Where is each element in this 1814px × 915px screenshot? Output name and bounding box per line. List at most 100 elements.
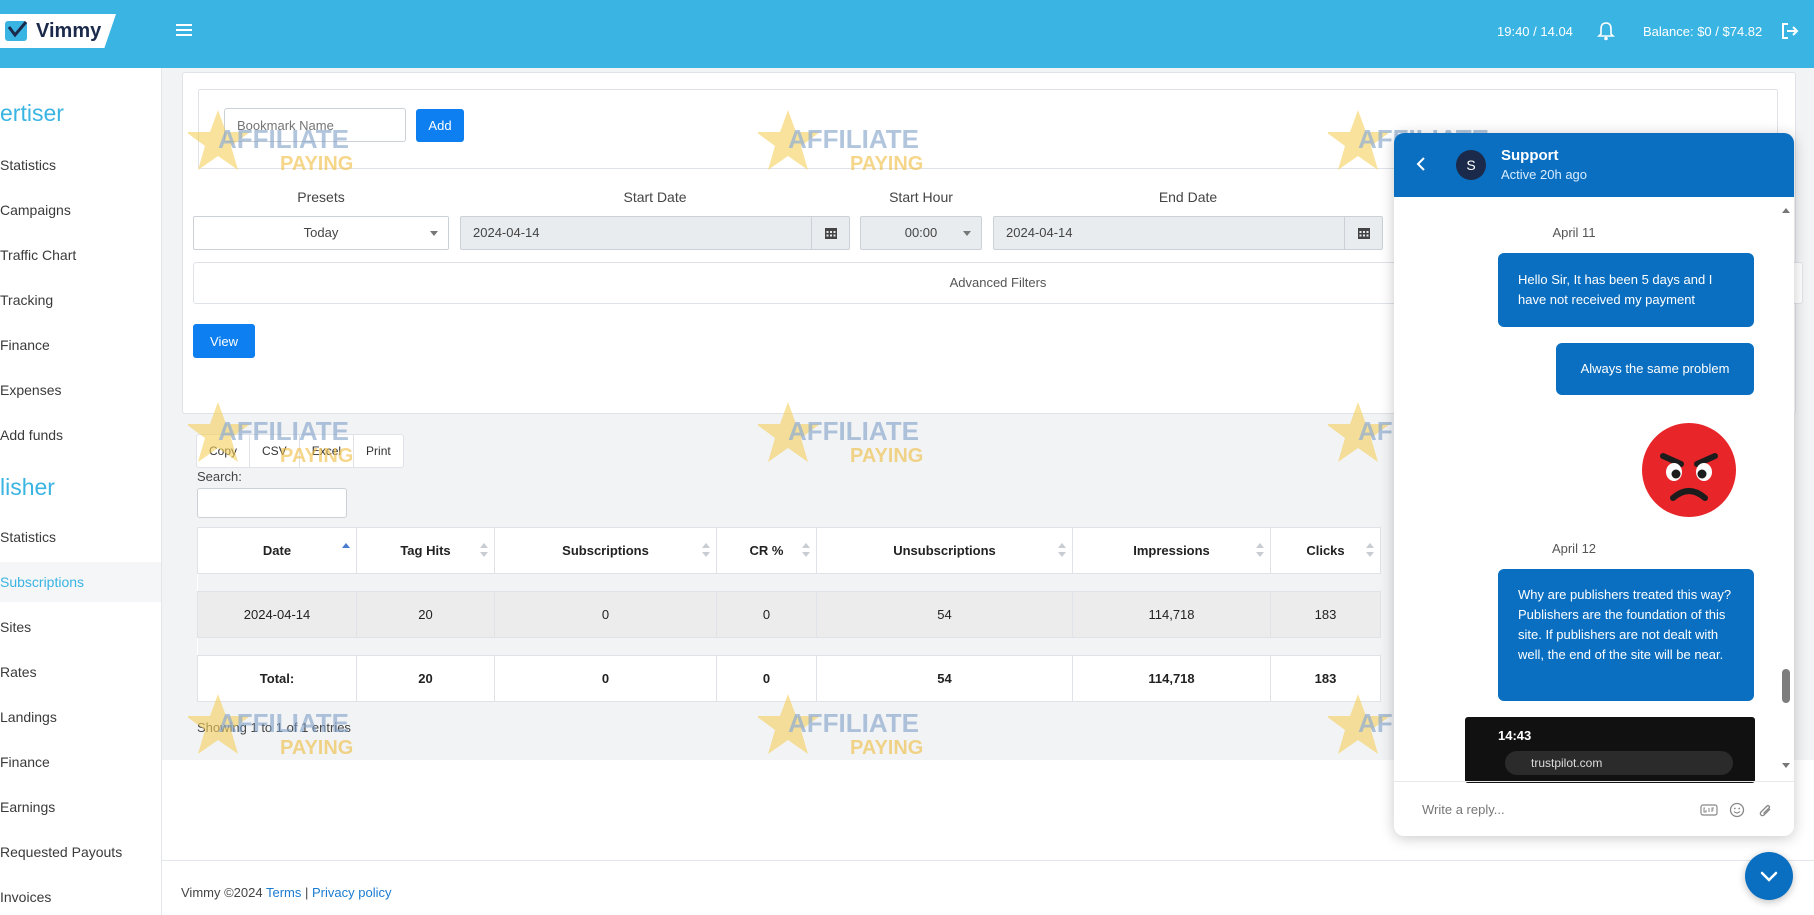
sort-icon [1256,543,1264,559]
chat-scrollbar[interactable] [1780,203,1792,773]
presets-label: Presets [297,189,345,205]
chat-reply-box[interactable]: Write a reply... [1394,781,1794,836]
sidebar-item-invoices[interactable]: Invoices [0,877,161,915]
chat-agent-status: Active 20h ago [1501,167,1588,182]
table-cell: 0 [494,591,717,638]
chat-tools [1700,802,1774,818]
logo-text: Vimmy [36,19,102,42]
total-cell: 0 [716,655,817,702]
total-cell: 0 [494,655,717,702]
column-header-unsubscriptions[interactable]: Unsubscriptions [816,527,1073,574]
chevron-down-icon [430,231,438,236]
screenshot-time: 14:43 [1498,728,1532,743]
start-hour-label: Start Hour [889,189,953,205]
column-header-date[interactable]: Date [197,527,357,574]
print-button[interactable]: Print [354,435,403,467]
sort-icon [1366,543,1374,559]
sidebar-item-add-funds[interactable]: Add funds [0,415,161,455]
emoji-icon[interactable] [1728,802,1746,818]
logout-icon[interactable] [1781,22,1799,40]
column-header-subscriptions[interactable]: Subscriptions [494,527,717,574]
sidebar-item-publisher-finance[interactable]: Finance [0,742,161,782]
sidebar-item-traffic-chart[interactable]: Traffic Chart [0,235,161,275]
start-date-label: Start Date [623,189,687,205]
sidebar-item-tracking[interactable]: Tracking [0,280,161,320]
total-cell: 54 [816,655,1073,702]
start-date-input[interactable]: 2024-04-14 [460,216,850,250]
sort-ascending-icon [342,543,350,559]
table-cell: 183 [1270,591,1381,638]
column-header-tag-hits[interactable]: Tag Hits [356,527,495,574]
table-total-row: Total: 20 0 0 54 114,718 183 [197,655,1381,702]
sidebar-item-finance[interactable]: Finance [0,325,161,365]
presets-select[interactable]: Today [193,216,449,250]
view-button[interactable]: View [193,324,255,358]
gif-icon[interactable] [1700,802,1718,818]
table-cell: 114,718 [1072,591,1271,638]
sidebar-section-publisher: lisher [0,474,55,500]
chat-date-separator: April 12 [1551,541,1597,556]
sort-icon [1058,543,1066,559]
end-date-label: End Date [1158,189,1218,205]
bookmark-name-input[interactable] [224,108,406,142]
total-cell: 183 [1270,655,1381,702]
column-header-cr[interactable]: CR % [716,527,817,574]
sidebar-item-publisher-statistics[interactable]: Statistics [0,517,161,557]
table-cell: 20 [356,591,495,638]
sidebar-section-advertiser: ertiser [0,100,64,126]
angry-face-emoji-icon [1642,423,1736,517]
sidebar-item-requested-payouts[interactable]: Requested Payouts [0,832,161,872]
back-arrow-icon[interactable] [1414,157,1428,171]
chat-message: Hello Sir, It has been 5 days and I have… [1498,253,1754,327]
total-cell: 20 [356,655,495,702]
excel-button[interactable]: Excel [300,435,355,467]
balance: Balance: $0 / $74.82 [1643,24,1763,39]
sidebar-item-rates[interactable]: Rates [0,652,161,692]
sidebar-item-subscriptions[interactable]: Subscriptions [0,562,161,602]
chat-screenshot-attachment[interactable]: 14:43 trustpilot.com [1465,717,1755,783]
logo[interactable]: Vimmy [0,14,116,48]
sidebar-item-landings[interactable]: Landings [0,697,161,737]
attachment-icon[interactable] [1756,802,1774,818]
column-header-impressions[interactable]: Impressions [1072,527,1271,574]
sidebar-item-expenses[interactable]: Expenses [0,370,161,410]
chat-minimize-button[interactable] [1745,852,1793,900]
terms-link[interactable]: Terms [266,885,301,900]
calendar-icon[interactable] [811,217,849,249]
reply-placeholder: Write a reply... [1422,802,1505,817]
table-cell: 2024-04-14 [197,591,357,638]
end-date-input[interactable]: 2024-04-14 [993,216,1383,250]
copy-button[interactable]: Copy [197,435,251,467]
chat-scrollbar-thumb[interactable] [1782,669,1790,703]
start-hour-value: 00:00 [904,225,938,240]
chat-message: Why are publishers treated this way? Pub… [1498,569,1754,701]
end-date-value: 2024-04-14 [1006,225,1073,240]
clock: 19:40 / 14.04 [1497,24,1573,39]
sidebar: ertiser Statistics Campaigns Traffic Cha… [0,68,162,915]
top-bar: Vimmy 19:40 / 14.04 Balance: $0 / $74.82 [0,0,1814,68]
screenshot-url: trustpilot.com [1505,751,1733,775]
search-input[interactable] [197,488,347,518]
table-cell: 0 [716,591,817,638]
start-date-value: 2024-04-14 [473,225,540,240]
column-header-clicks[interactable]: Clicks [1270,527,1381,574]
chat-message: Always the same problem [1556,343,1754,395]
sort-icon [480,543,488,559]
add-bookmark-button[interactable]: Add [416,109,464,142]
privacy-policy-link[interactable]: Privacy policy [312,885,391,900]
sidebar-item-campaigns[interactable]: Campaigns [0,190,161,230]
sidebar-item-statistics[interactable]: Statistics [0,145,161,185]
hamburger-menu-icon[interactable] [174,21,194,41]
total-cell: 114,718 [1072,655,1271,702]
bell-icon[interactable] [1597,21,1615,41]
table-row: 2024-04-14 20 0 0 54 114,718 183 [197,591,1381,638]
sidebar-item-earnings[interactable]: Earnings [0,787,161,827]
start-hour-select[interactable]: 00:00 [860,216,982,250]
chat-header: S Support Active 20h ago [1394,133,1794,197]
csv-button[interactable]: CSV [250,435,300,467]
support-chat-window: S Support Active 20h ago April 11 Hello … [1394,133,1794,836]
sidebar-item-sites[interactable]: Sites [0,607,161,647]
stats-table: Date Tag Hits Subscriptions CR % Unsubsc… [197,527,1381,702]
chat-agent-name: Support [1501,147,1559,164]
calendar-icon[interactable] [1344,217,1382,249]
